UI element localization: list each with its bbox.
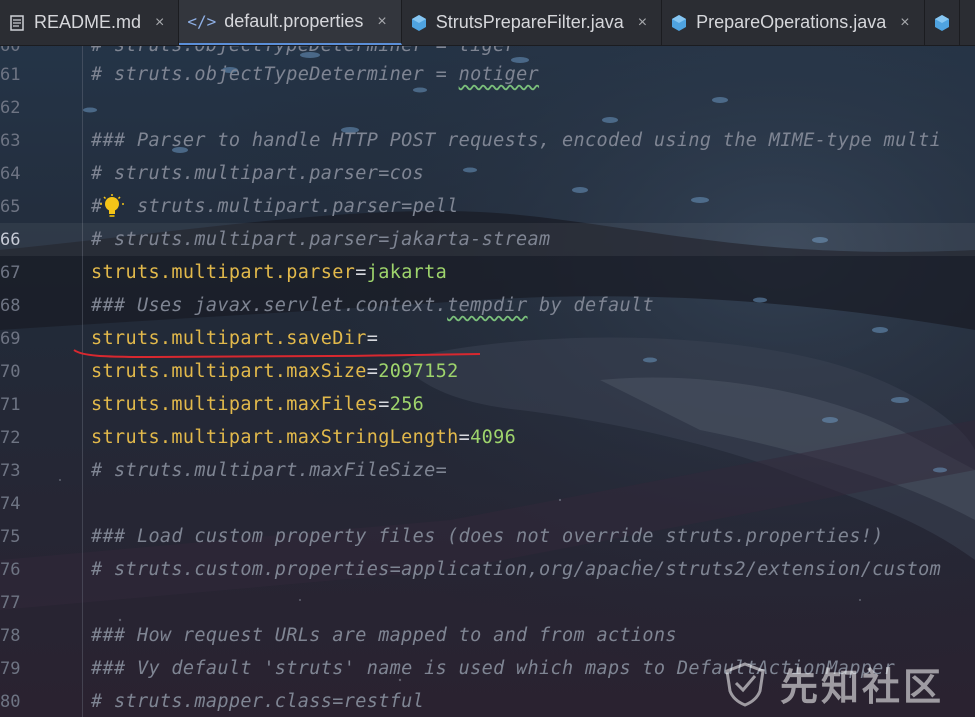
line-number: 62: [0, 97, 21, 118]
comment-text: # struts.objectTypeDeterminer = tiger: [91, 45, 517, 56]
property-key: struts.multipart.maxStringLength: [91, 427, 459, 448]
comment-text: # struts.multipart.parser=jakarta-stream: [91, 229, 551, 250]
code-line[interactable]: 78 ### How request URLs are mapped to an…: [0, 619, 975, 652]
property-entry: struts.multipart.parser=jakarta: [91, 262, 448, 283]
code-line[interactable]: 63 ### Parser to handle HTTP POST reques…: [0, 124, 975, 157]
tab-label: README.md: [34, 12, 142, 32]
code-editor[interactable]: 60 # struts.objectTypeDeterminer = tiger…: [0, 45, 975, 717]
line-number: 65: [0, 196, 21, 217]
tab-overflow[interactable]: [924, 0, 960, 45]
property-key: struts.multipart.maxFiles: [91, 394, 379, 415]
tab-default-properties[interactable]: </> default.properties ×: [179, 0, 402, 45]
watermark-shield-icon: [725, 661, 765, 707]
line-number: 71: [0, 394, 21, 415]
line-number: 78: [0, 625, 21, 646]
tab-readme[interactable]: README.md ×: [0, 0, 180, 45]
spelling-warning: tempdir: [447, 295, 528, 316]
tab-label: PrepareOperations.java: [696, 12, 887, 32]
comment-text: # struts.multipart.parser=cos: [91, 163, 425, 184]
comment-text: # struts.custom.properties=application,o…: [91, 559, 942, 580]
close-icon[interactable]: ×: [900, 14, 909, 32]
line-number: 70: [0, 361, 21, 382]
comment-text: ### How request URLs are mapped to and f…: [91, 625, 677, 646]
code-line[interactable]: 72 struts.multipart.maxStringLength=4096: [0, 421, 975, 454]
comment-text: ### Load custom property files (does not…: [91, 526, 884, 547]
code-line[interactable]: 64 # struts.multipart.parser=cos: [0, 157, 975, 190]
comment-text: # struts.objectTypeDeterminer = notiger: [91, 64, 540, 85]
line-number: 64: [0, 163, 21, 184]
code-line[interactable]: 71 struts.multipart.maxFiles=256: [0, 388, 975, 421]
code-icon: </>: [187, 12, 217, 31]
document-icon: [10, 14, 24, 31]
tab-prepare-operations[interactable]: PrepareOperations.java ×: [662, 0, 925, 45]
close-icon[interactable]: ×: [638, 14, 647, 32]
line-number: 60: [0, 45, 21, 56]
java-class-icon: [934, 14, 949, 31]
line-number: 69: [0, 328, 21, 349]
code-line-current[interactable]: 66 # struts.multipart.parser=jakarta-str…: [0, 223, 975, 256]
watermark-logo: 先知社区: [722, 650, 975, 717]
line-number: 66: [0, 229, 21, 250]
property-key: struts.multipart.saveDir: [91, 328, 367, 349]
code-line[interactable]: 68 ### Uses javax.servlet.context.tempdi…: [0, 289, 975, 322]
code-line[interactable]: 77: [0, 586, 975, 619]
code-line[interactable]: 65 # struts.multipart.parser=pell: [0, 190, 975, 223]
editor-tab-bar: README.md × </> default.properties × Str…: [0, 0, 975, 46]
comment-text: ### Uses javax.servlet.context.tempdir b…: [91, 295, 654, 316]
line-number: 73: [0, 460, 21, 481]
property-value: jakarta: [366, 262, 448, 283]
spelling-warning: notiger: [458, 64, 540, 85]
code-line[interactable]: 61 # struts.objectTypeDeterminer = notig…: [0, 58, 975, 91]
property-entry: struts.multipart.maxSize=2097152: [91, 361, 459, 382]
code-line[interactable]: 76 # struts.custom.properties=applicatio…: [0, 553, 975, 586]
close-icon[interactable]: ×: [377, 13, 386, 31]
line-number: 72: [0, 427, 21, 448]
property-entry: struts.multipart.maxStringLength=4096: [91, 427, 517, 448]
code-line[interactable]: 73 # struts.multipart.maxFileSize=: [0, 454, 975, 487]
line-number: 77: [0, 592, 21, 613]
line-number: 79: [0, 658, 21, 679]
property-key: struts.multipart.parser: [91, 262, 356, 283]
java-class-icon: [672, 14, 687, 31]
property-value: 256: [389, 394, 425, 415]
line-number: 74: [0, 493, 21, 514]
comment-text: # struts.multipart.maxFileSize=: [91, 460, 448, 481]
lightbulb-icon[interactable]: [100, 194, 124, 220]
code-line[interactable]: 75 ### Load custom property files (does …: [0, 520, 975, 553]
line-number: 61: [0, 64, 21, 85]
tab-label: StrutsPrepareFilter.java: [435, 12, 624, 32]
line-number: 80: [0, 691, 21, 712]
code-line[interactable]: 74: [0, 487, 975, 520]
close-icon[interactable]: ×: [155, 14, 164, 32]
line-number: 63: [0, 130, 21, 151]
tab-label: default.properties: [224, 11, 364, 31]
java-class-icon: [411, 14, 426, 31]
property-key: struts.multipart.maxSize: [91, 361, 367, 382]
property-value: 2097152: [378, 361, 459, 382]
comment-text: # struts.mapper.class=restful: [91, 691, 425, 712]
line-number: 76: [0, 559, 21, 580]
property-entry: struts.multipart.saveDir=: [91, 328, 379, 349]
watermark-text: 先知社区: [780, 665, 945, 709]
code-line[interactable]: 67 struts.multipart.parser=jakarta: [0, 256, 975, 289]
comment-text: # struts.multipart.parser=pell: [91, 196, 459, 217]
property-value: 4096: [470, 427, 517, 448]
comment-text: ### Parser to handle HTTP POST requests,…: [91, 130, 942, 151]
property-entry: struts.multipart.maxFiles=256: [91, 394, 425, 415]
code-line[interactable]: 62: [0, 91, 975, 124]
line-number: 67: [0, 262, 21, 283]
line-number: 75: [0, 526, 21, 547]
tab-struts-prepare-filter[interactable]: StrutsPrepareFilter.java ×: [401, 0, 663, 45]
red-underline-annotation: [73, 349, 481, 359]
line-number: 68: [0, 295, 21, 316]
